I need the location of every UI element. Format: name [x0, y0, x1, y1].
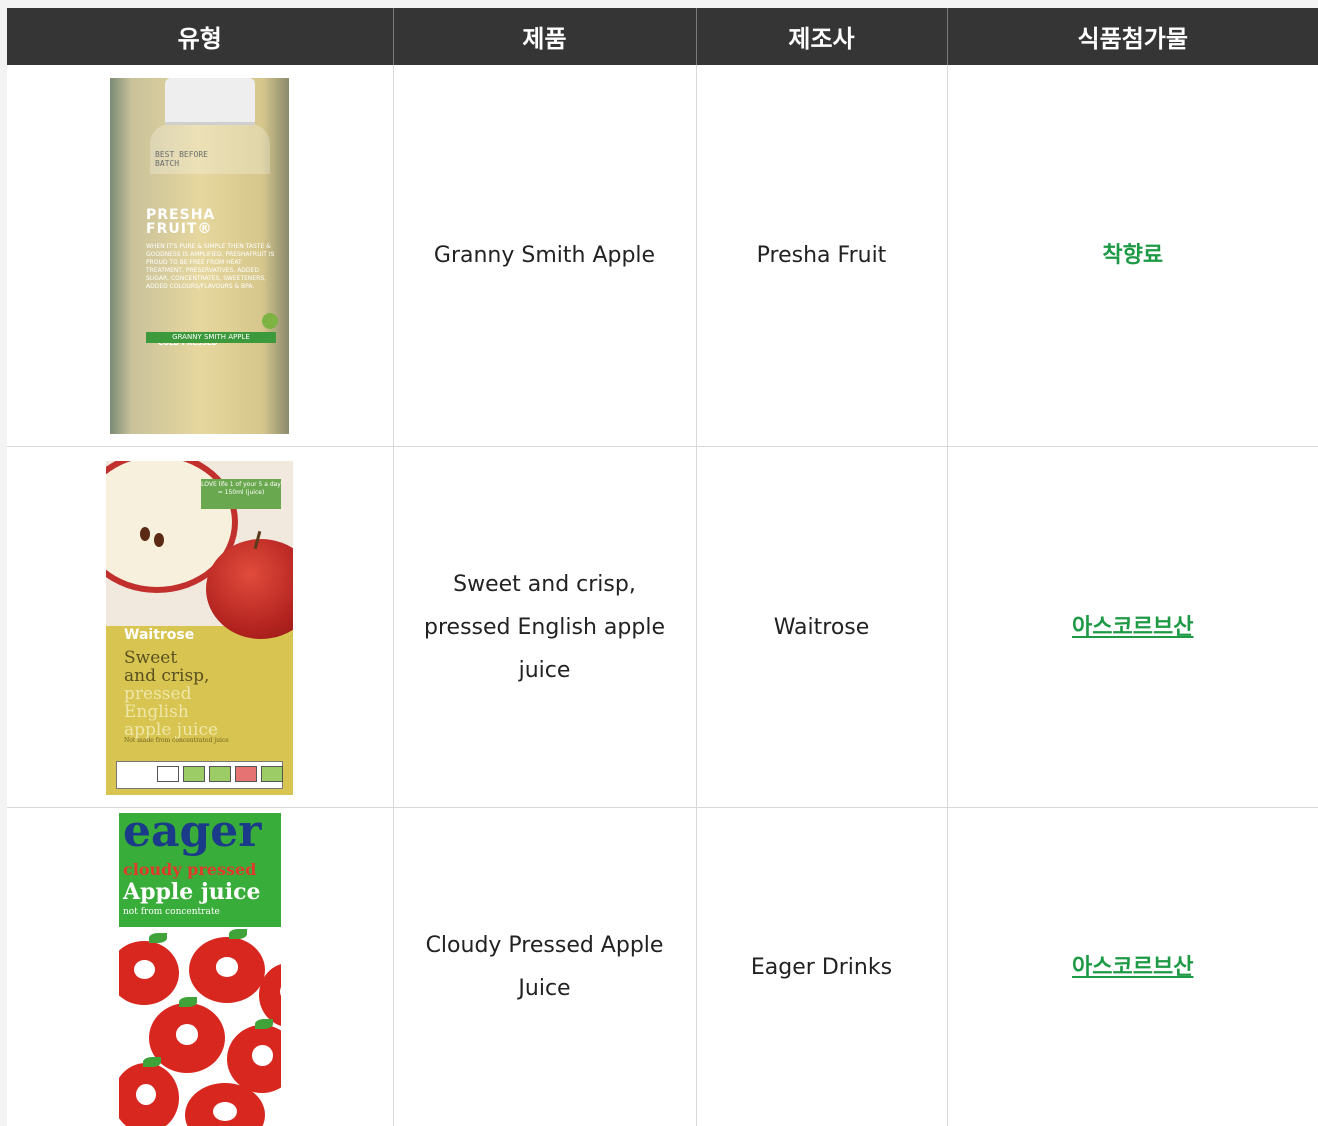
carton-title-line: Sweet [124, 648, 178, 668]
maker-name: Waitrose [696, 446, 948, 808]
product-table: 유형 제품 제조사 식품첨가물 BEST BEFORE BATCH PRESHA… [7, 8, 1318, 1126]
apple-icon [189, 937, 265, 1003]
carton-title-line: English [124, 702, 189, 722]
bottle-fine-print: WHEN IT'S PURE & SIMPLE THEN TASTE & GOO… [146, 243, 275, 290]
nutrition-cell [183, 766, 205, 782]
carton-title-line: pressed [124, 684, 192, 704]
product-image-cell: LOVE life 1 of your 5 a day = 150ml (jui… [7, 446, 394, 808]
maker-name: Presha Fruit [696, 65, 948, 447]
carton-note: Not made from concentrated juice [124, 737, 229, 744]
product-name: Granny Smith Apple [393, 65, 697, 447]
additive-name: 착향료 [947, 65, 1318, 447]
product-image-presha-bottle: BEST BEFORE BATCH PRESHA FRUIT® WHEN IT'… [110, 78, 289, 434]
product-image-cell: BEST BEFORE BATCH PRESHA FRUIT® WHEN IT'… [7, 65, 394, 447]
nutrition-label [116, 761, 283, 789]
header-additive: 식품첨가물 [947, 8, 1318, 65]
header-type: 유형 [7, 8, 394, 65]
brand-line: PRESHA [146, 207, 216, 223]
nutrition-cell [157, 766, 179, 782]
table-wrapper: 유형 제품 제조사 식품첨가물 BEST BEFORE BATCH PRESHA… [7, 8, 1318, 1126]
carton-title: Sweet and crisp, pressed English apple j… [124, 649, 218, 739]
product-name: Sweet and crisp, pressed English apple j… [393, 446, 697, 808]
product-image-eager-carton: eager cloudy pressed Apple juice not fro… [119, 813, 281, 1126]
product-name: Cloudy Pressed Apple Juice [393, 807, 697, 1126]
apple-icon [119, 941, 179, 1005]
additive-name-cell: 아스코르브산 [947, 446, 1318, 808]
batch-line: BATCH [155, 159, 180, 168]
apple-icon [262, 313, 278, 329]
leaf-icon [149, 933, 167, 943]
waitrose-logo: Waitrose [124, 627, 195, 643]
leaf-icon [229, 929, 247, 939]
additive-name-cell: 아스코르브산 [947, 807, 1318, 1126]
product-image-waitrose-carton: LOVE life 1 of your 5 a day = 150ml (jui… [106, 461, 293, 795]
additive-link[interactable]: 아스코르브산 [1072, 615, 1193, 640]
bottle-brand: PRESHA FRUIT® [146, 208, 215, 236]
carton-title-line: and crisp, [124, 666, 210, 686]
nutrition-cell [261, 766, 283, 782]
bottle-cap [165, 78, 255, 125]
table-row: LOVE life 1 of your 5 a day = 150ml (jui… [7, 446, 1318, 808]
eager-line: Apple juice [123, 879, 261, 905]
apple-seed [140, 527, 150, 541]
love-life-badge: LOVE life 1 of your 5 a day = 150ml (jui… [201, 479, 281, 509]
table-row: BEST BEFORE BATCH PRESHA FRUIT® WHEN IT'… [7, 65, 1318, 447]
bottle-variety-label: GRANNY SMITH APPLE [146, 332, 276, 343]
additive-link[interactable]: 아스코르브산 [1072, 955, 1193, 980]
leaf-icon [143, 1057, 161, 1067]
maker-name: Eager Drinks [696, 807, 948, 1126]
header-maker: 제조사 [696, 8, 948, 65]
header-product: 제품 [393, 8, 697, 65]
eager-line: not from concentrate [123, 907, 220, 917]
table-row: eager cloudy pressed Apple juice not fro… [7, 807, 1318, 1126]
nutrition-cell [209, 766, 231, 782]
eager-logo: eager [123, 813, 262, 857]
bottle-cold-pressed: COLD PRESSED [158, 339, 218, 347]
nutrition-cell [235, 766, 257, 782]
bottle-batch-print: BEST BEFORE BATCH [155, 150, 208, 168]
brand-line: FRUIT® [146, 221, 213, 237]
apple-seed [154, 533, 164, 547]
eager-line: cloudy pressed [123, 860, 257, 879]
apple-icon [119, 1063, 179, 1126]
product-image-cell: eager cloudy pressed Apple juice not fro… [7, 807, 394, 1126]
header-row: 유형 제품 제조사 식품첨가물 [7, 8, 1318, 65]
apple-icon [227, 1025, 281, 1093]
leaf-icon [255, 1019, 273, 1029]
batch-line: BEST BEFORE [155, 150, 208, 159]
leaf-icon [179, 997, 197, 1007]
